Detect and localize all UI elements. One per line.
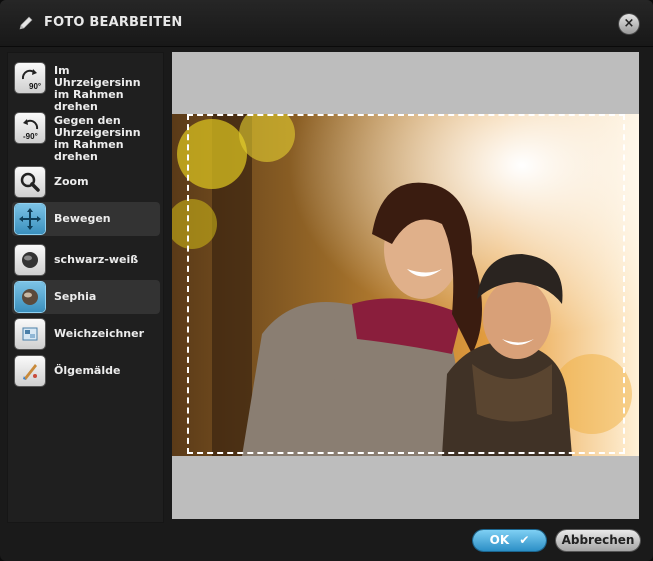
tool-label: Zoom bbox=[54, 175, 89, 188]
tool-rotate-cw[interactable]: 90° Im Uhrzeigersinn im Rahmen drehen bbox=[12, 59, 160, 113]
ok-button[interactable]: OK ✔ bbox=[473, 530, 546, 551]
oil-painting-icon bbox=[15, 356, 45, 386]
tool-oil-painting[interactable]: Ölgemälde bbox=[12, 354, 160, 388]
tool-label: Bewegen bbox=[54, 212, 111, 225]
tool-label: Gegen den Uhrzeigersinn im Rahmen drehen bbox=[54, 114, 141, 163]
move-arrows-icon bbox=[15, 204, 45, 234]
edit-photo-dialog: FOTO BEARBEITEN × 90° Im Uhrzeigersinn i… bbox=[0, 0, 653, 561]
sepia-icon bbox=[15, 282, 45, 312]
tool-sidebar: 90° Im Uhrzeigersinn im Rahmen drehen -9… bbox=[7, 52, 164, 523]
close-button[interactable]: × bbox=[619, 14, 639, 34]
tool-label: schwarz-weiß bbox=[54, 253, 139, 266]
tool-rotate-ccw[interactable]: -90° Gegen den Uhrzeigersinn im Rahmen d… bbox=[12, 109, 160, 163]
tool-zoom[interactable]: Zoom bbox=[12, 165, 160, 199]
rotate-cw-90-icon: 90° bbox=[15, 63, 45, 93]
rotate-cw-badge: 90° bbox=[29, 82, 41, 91]
cancel-button[interactable]: Abbrechen bbox=[556, 530, 640, 551]
pencil-icon bbox=[19, 16, 33, 30]
tool-sepia[interactable]: Sephia bbox=[12, 280, 160, 314]
photo-canvas[interactable] bbox=[172, 52, 639, 519]
blur-icon bbox=[15, 319, 45, 349]
ok-label: OK bbox=[489, 533, 510, 547]
magnifier-icon bbox=[15, 167, 45, 197]
rotate-ccw-badge: -90° bbox=[23, 132, 38, 141]
tool-label: Sephia bbox=[54, 290, 97, 303]
black-white-icon bbox=[15, 245, 45, 275]
close-icon: × bbox=[623, 16, 635, 31]
tool-move[interactable]: Bewegen bbox=[12, 202, 160, 236]
rotate-ccw-90-icon: -90° bbox=[15, 113, 45, 143]
crop-frame[interactable] bbox=[187, 114, 625, 454]
dialog-title: FOTO BEARBEITEN bbox=[44, 15, 183, 30]
tool-label: Ölgemälde bbox=[54, 364, 121, 377]
tool-blur[interactable]: Weichzeichner bbox=[12, 317, 160, 351]
checkmark-icon: ✔ bbox=[519, 533, 530, 547]
dialog-titlebar: FOTO BEARBEITEN × bbox=[0, 0, 653, 47]
tool-black-white[interactable]: schwarz-weiß bbox=[12, 243, 160, 277]
tool-label: Weichzeichner bbox=[54, 327, 145, 340]
tool-label: Im Uhrzeigersinn im Rahmen drehen bbox=[54, 64, 141, 113]
